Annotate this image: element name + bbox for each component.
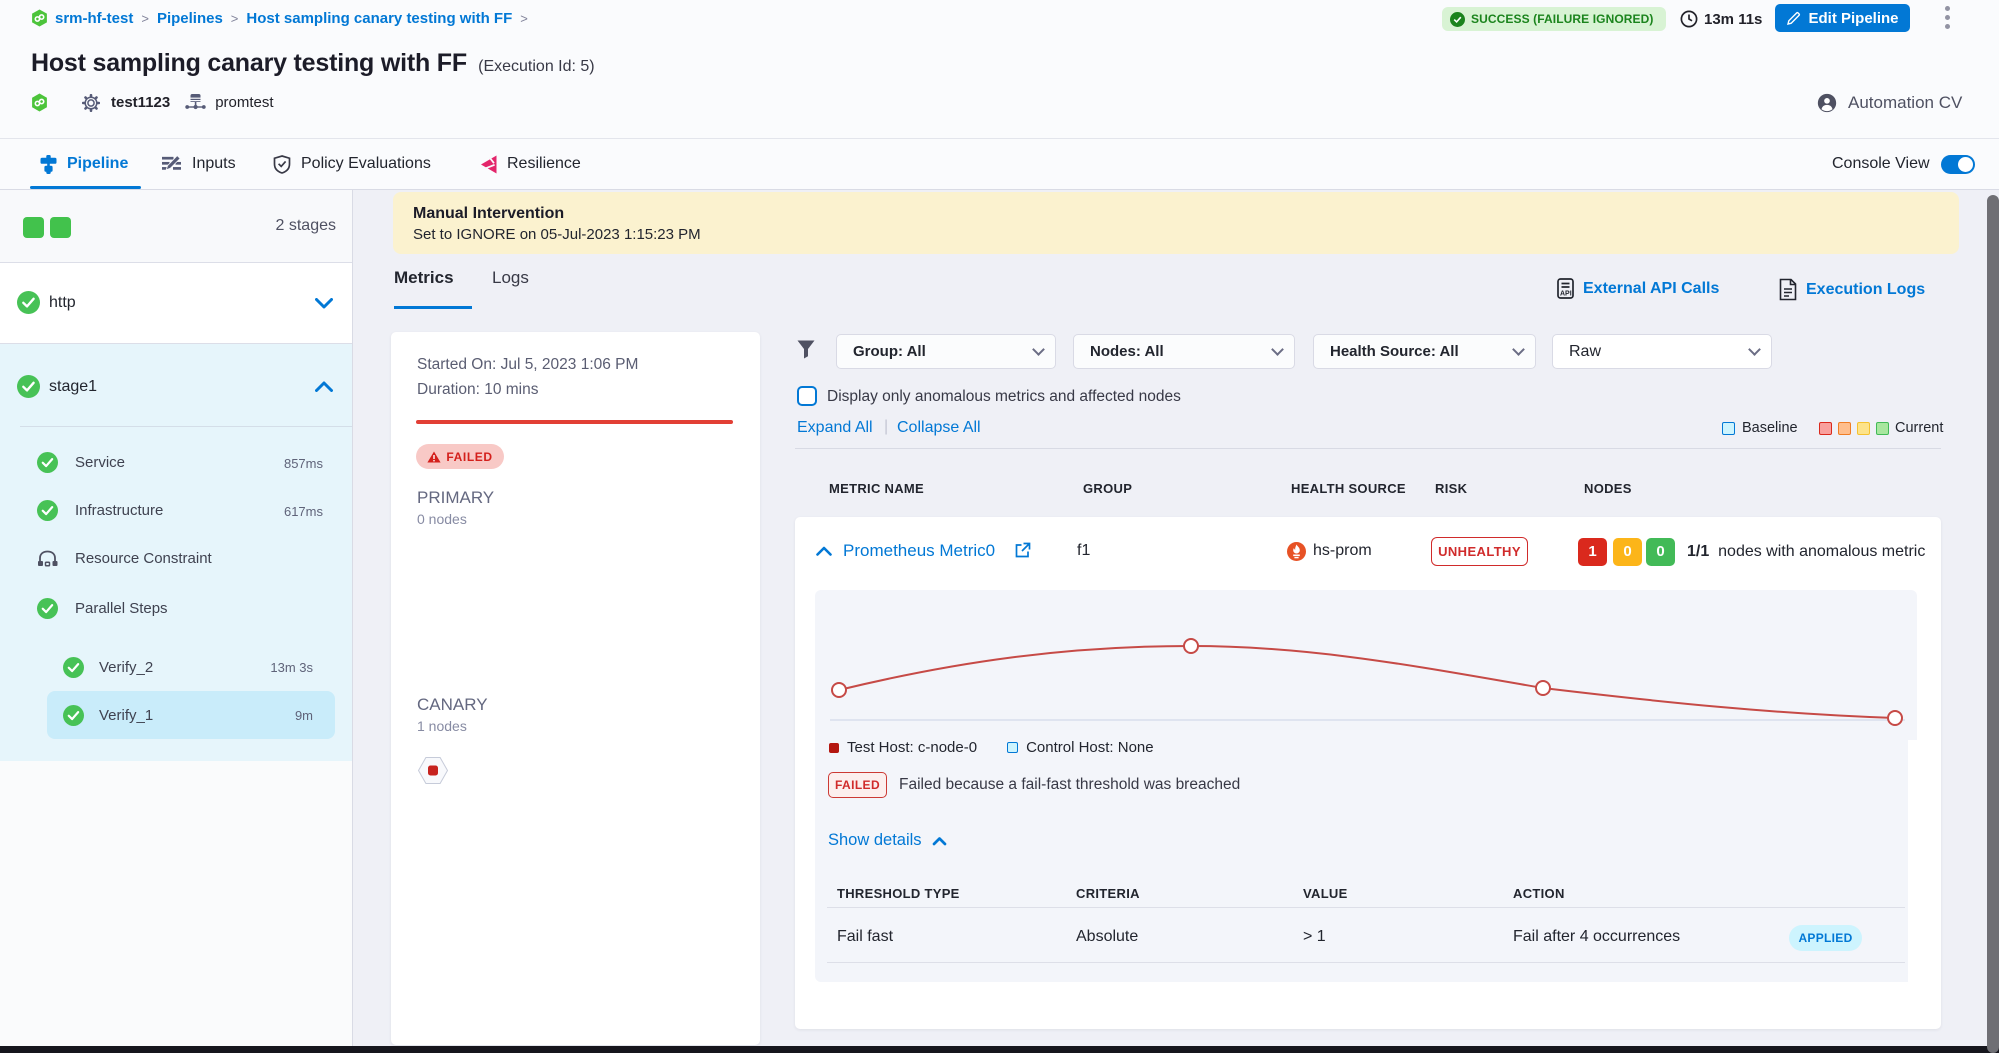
svg-text:API: API xyxy=(1560,291,1572,298)
